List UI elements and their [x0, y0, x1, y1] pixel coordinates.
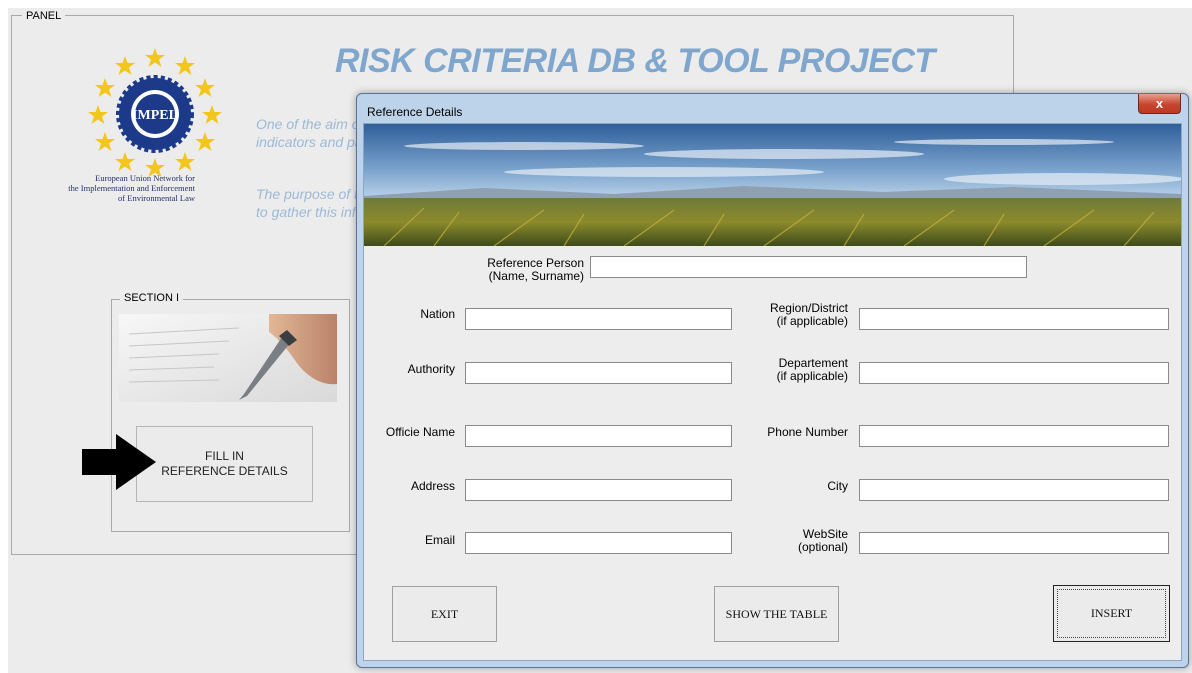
- office-name-label: Officie Name: [364, 426, 455, 439]
- city-label: City: [744, 480, 848, 493]
- fill-button-line-2: REFERENCE DETAILS: [161, 464, 288, 478]
- nation-label: Nation: [364, 308, 455, 321]
- project-title: RISK CRITERIA DB & TOOL PROJECT: [335, 42, 935, 80]
- city-label-text: City: [827, 479, 848, 493]
- department-label-line-2: (if applicable): [776, 369, 848, 383]
- logo-caption-line-3: of Environmental Law: [118, 193, 195, 203]
- logo-caption: European Union Network for the Implement…: [20, 173, 195, 203]
- insert-button[interactable]: INSERT: [1053, 585, 1170, 642]
- authority-input[interactable]: [465, 362, 732, 384]
- description-line-1: One of the aim o: [256, 116, 360, 132]
- region-district-input[interactable]: [859, 308, 1169, 330]
- phone-number-input[interactable]: [859, 425, 1169, 447]
- logo-caption-line-2: the Implementation and Enforcement: [68, 183, 195, 193]
- section-legend: SECTION I: [120, 292, 184, 304]
- office-name-label-text: Officie Name: [385, 425, 455, 439]
- nation-input[interactable]: [465, 308, 732, 330]
- description-line-3: The purpose of t: [256, 186, 358, 202]
- authority-label: Authority: [364, 363, 455, 376]
- dialog-client-area: Reference Person (Name, Surname) Nation …: [363, 123, 1182, 661]
- logo-caption-line-1: European Union Network for: [95, 173, 195, 183]
- close-button[interactable]: x: [1138, 94, 1181, 114]
- fill-in-reference-details-button[interactable]: FILL IN REFERENCE DETAILS: [136, 426, 313, 502]
- description-line-2: indicators and pa: [256, 134, 363, 150]
- close-icon: x: [1155, 96, 1164, 111]
- reference-person-label-line-2: (Name, Surname): [488, 269, 584, 283]
- reference-details-dialog: Reference Details x Reference Person (Na…: [356, 93, 1189, 668]
- department-label: Departement (if applicable): [744, 357, 848, 383]
- impel-emblem-text: IMPEL: [132, 108, 178, 123]
- dialog-title: Reference Details: [367, 105, 463, 119]
- authority-label-text: Authority: [407, 362, 455, 376]
- website-label: WebSite (optional): [744, 528, 848, 554]
- pen-writing-image: [119, 314, 337, 402]
- office-name-input[interactable]: [465, 425, 732, 447]
- department-input[interactable]: [859, 362, 1169, 384]
- website-input[interactable]: [859, 532, 1169, 554]
- right-arrow-icon: [80, 432, 160, 492]
- email-input[interactable]: [465, 532, 732, 554]
- nation-label-text: Nation: [420, 307, 455, 321]
- email-label: Email: [364, 534, 455, 547]
- description-line-4: to gather this info: [256, 204, 364, 220]
- phone-number-label: Phone Number: [744, 426, 848, 439]
- address-label-text: Address: [410, 479, 455, 493]
- focus-ring: [1057, 589, 1166, 638]
- exit-button[interactable]: EXIT: [392, 586, 497, 642]
- region-district-label-line-2: (if applicable): [776, 314, 848, 328]
- landscape-banner-image: [364, 124, 1181, 246]
- panel-legend: PANEL: [22, 10, 66, 22]
- fill-button-line-1: FILL IN: [205, 449, 244, 463]
- reference-person-label: Reference Person (Name, Surname): [464, 257, 584, 283]
- address-label: Address: [364, 480, 455, 493]
- show-table-button[interactable]: SHOW THE TABLE: [714, 586, 839, 642]
- phone-number-label-text: Phone Number: [767, 425, 848, 439]
- reference-person-input[interactable]: [590, 256, 1027, 278]
- address-input[interactable]: [465, 479, 732, 501]
- region-district-label: Region/District (if applicable): [744, 302, 848, 328]
- city-input[interactable]: [859, 479, 1169, 501]
- website-label-line-2: (optional): [797, 540, 848, 554]
- email-label-text: Email: [424, 533, 455, 547]
